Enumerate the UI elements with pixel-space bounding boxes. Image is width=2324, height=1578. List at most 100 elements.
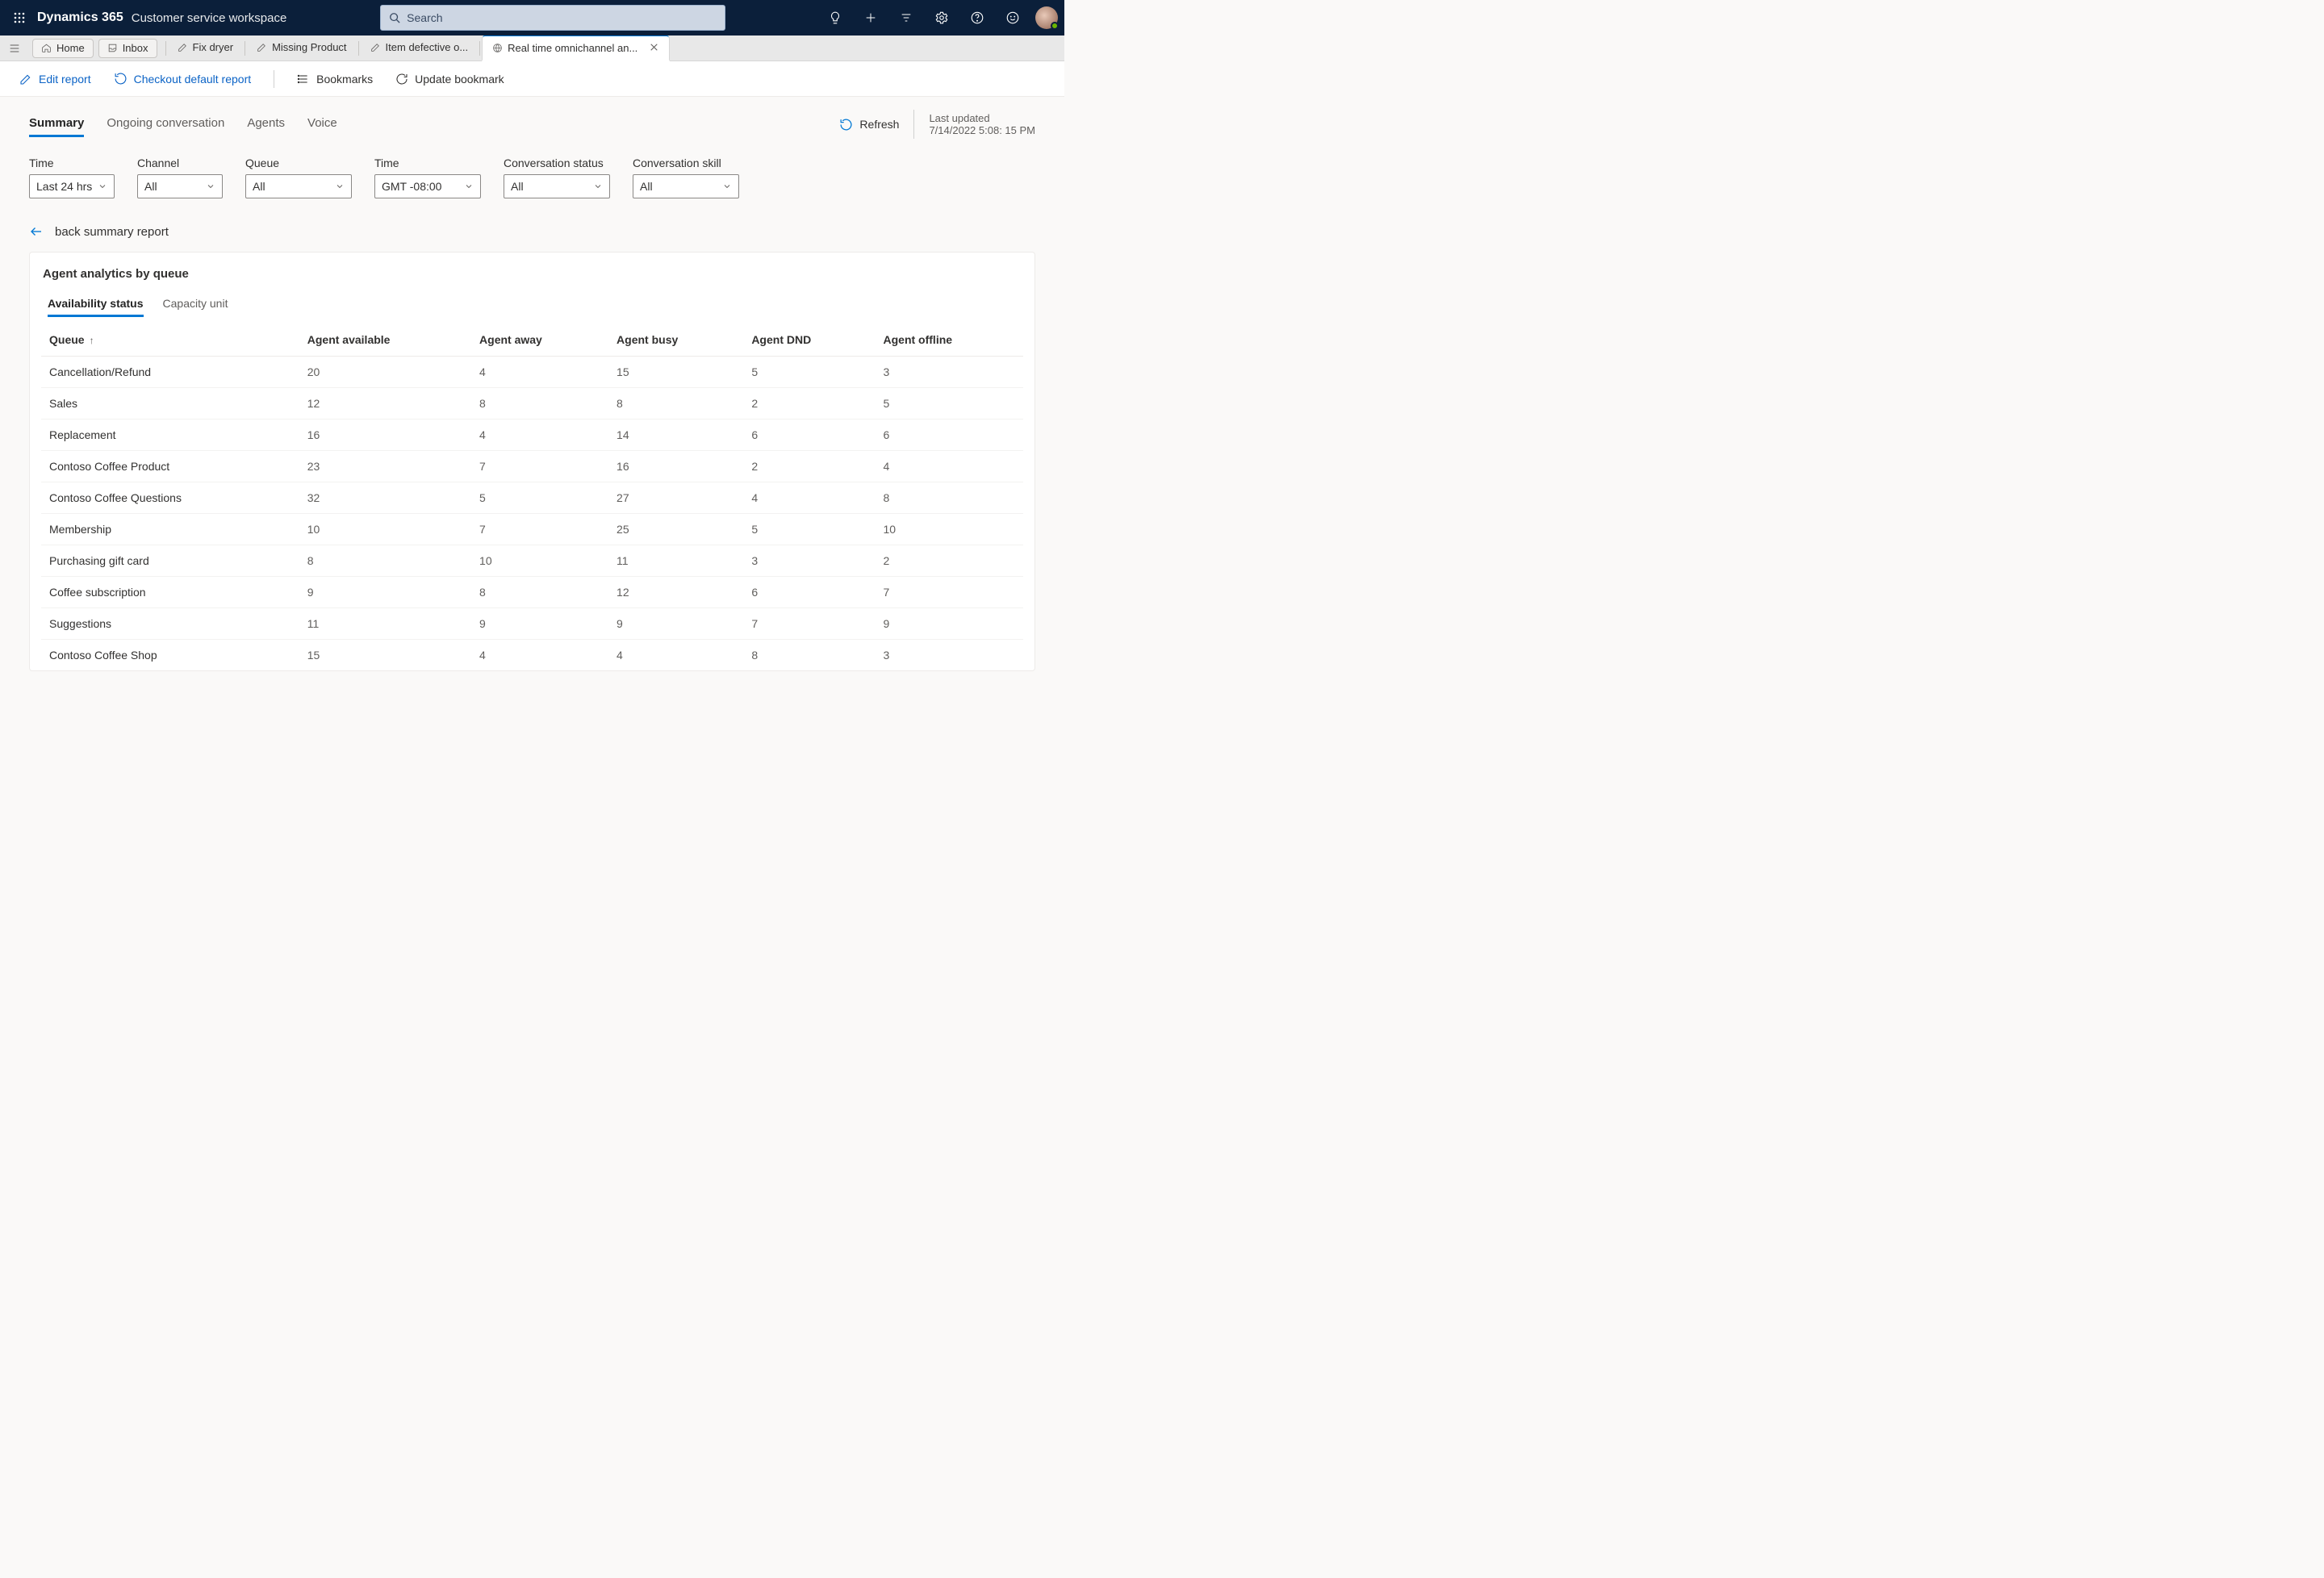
filter-channel[interactable]: All [137,174,223,198]
session-tab-item-defective[interactable]: Item defective o... [361,35,479,61]
col-dnd[interactable]: Agent DND [743,324,875,357]
cell-offline: 6 [876,420,1024,451]
dd-value: All [640,180,653,193]
filter-label-queue: Queue [245,157,352,169]
last-updated-value: 7/14/2022 5:08: 15 PM [929,124,1035,136]
cell-away: 4 [471,357,608,388]
session-tab-label: Fix dryer [193,41,234,53]
filter-icon[interactable] [890,0,922,35]
col-offline[interactable]: Agent offline [876,324,1024,357]
cell-away: 5 [471,482,608,514]
update-bookmark-button[interactable]: Update bookmark [395,73,504,86]
session-tab-fix-dryer[interactable]: Fix dryer [168,35,244,61]
table-row[interactable]: Cancellation/Refund2041553 [41,357,1023,388]
cmd-label: Update bookmark [415,73,504,86]
dd-value: All [144,180,157,193]
table-row[interactable]: Sales128825 [41,388,1023,420]
filter-status[interactable]: All [504,174,610,198]
home-label: Home [56,42,85,54]
cell-busy: 8 [608,388,743,420]
cmd-label: Bookmarks [316,73,373,86]
cell-dnd: 7 [743,608,875,640]
cell-available: 12 [299,388,471,420]
subtab-availability[interactable]: Availability status [48,292,144,317]
filter-skill[interactable]: All [633,174,739,198]
cell-available: 9 [299,577,471,608]
session-tab-label: Real time omnichannel an... [508,42,637,54]
command-bar: Edit report Checkout default report Book… [0,61,1064,97]
filter-label-channel: Channel [137,157,223,169]
avatar[interactable] [1035,6,1058,29]
col-busy[interactable]: Agent busy [608,324,743,357]
col-queue[interactable]: Queue↑ [41,324,299,357]
home-pill[interactable]: Home [32,39,94,58]
session-tab-missing-product[interactable]: Missing Product [247,35,356,61]
report-tabs: Summary Ongoing conversation Agents Voic… [29,110,1035,139]
lightbulb-icon[interactable] [819,0,851,35]
cell-dnd: 3 [743,545,875,577]
app-name: Customer service workspace [132,11,287,25]
divider [165,41,166,56]
gear-icon[interactable] [926,0,958,35]
close-icon[interactable] [649,42,659,55]
cell-offline: 10 [876,514,1024,545]
table-row[interactable]: Coffee subscription981267 [41,577,1023,608]
dd-value: GMT -08:00 [382,180,441,193]
cell-queue: Contoso Coffee Questions [41,482,299,514]
session-tab-omnichannel[interactable]: Real time omnichannel an... [482,35,670,61]
table-row[interactable]: Contoso Coffee Product2371624 [41,451,1023,482]
analytics-table: Queue↑ Agent available Agent away Agent … [41,324,1023,670]
tab-voice[interactable]: Voice [307,111,337,137]
cell-busy: 15 [608,357,743,388]
filter-tz[interactable]: GMT -08:00 [374,174,481,198]
cell-offline: 9 [876,608,1024,640]
filter-queue[interactable]: All [245,174,352,198]
col-available[interactable]: Agent available [299,324,471,357]
plus-icon[interactable] [855,0,887,35]
hamburger-icon[interactable] [3,35,26,61]
cell-away: 4 [471,420,608,451]
cell-away: 7 [471,514,608,545]
cell-queue: Coffee subscription [41,577,299,608]
table-row[interactable]: Purchasing gift card8101132 [41,545,1023,577]
cell-available: 15 [299,640,471,671]
cell-dnd: 5 [743,514,875,545]
inbox-pill[interactable]: Inbox [98,39,157,58]
table-row[interactable]: Replacement1641466 [41,420,1023,451]
tab-summary[interactable]: Summary [29,111,84,137]
bookmarks-button[interactable]: Bookmarks [297,73,373,86]
table-row[interactable]: Contoso Coffee Shop154483 [41,640,1023,671]
divider [913,110,914,139]
refresh-button[interactable]: Refresh [839,118,899,132]
cell-offline: 3 [876,357,1024,388]
global-search[interactable]: Search [380,5,725,31]
help-icon[interactable] [961,0,993,35]
cell-offline: 7 [876,577,1024,608]
table-row[interactable]: Suggestions119979 [41,608,1023,640]
tab-agents[interactable]: Agents [247,111,285,137]
app-launcher-icon[interactable] [6,5,32,31]
sort-asc-icon: ↑ [90,335,94,346]
subtab-capacity[interactable]: Capacity unit [163,292,228,317]
cell-away: 8 [471,577,608,608]
emoji-icon[interactable] [997,0,1029,35]
filter-row: Time Last 24 hrs Channel All Queue All T… [29,157,1035,198]
cell-offline: 3 [876,640,1024,671]
checkout-report-button[interactable]: Checkout default report [114,72,252,86]
table-row[interactable]: Membership10725510 [41,514,1023,545]
col-away[interactable]: Agent away [471,324,608,357]
cell-queue: Contoso Coffee Shop [41,640,299,671]
cell-queue: Purchasing gift card [41,545,299,577]
cell-away: 10 [471,545,608,577]
filter-label-skill: Conversation skill [633,157,739,169]
edit-report-button[interactable]: Edit report [19,73,91,86]
cell-away: 4 [471,640,608,671]
back-link[interactable]: back summary report [29,224,1035,239]
table-row[interactable]: Contoso Coffee Questions3252748 [41,482,1023,514]
cell-busy: 11 [608,545,743,577]
tab-ongoing-conversation[interactable]: Ongoing conversation [107,111,224,137]
cell-queue: Contoso Coffee Product [41,451,299,482]
cell-busy: 14 [608,420,743,451]
cell-busy: 16 [608,451,743,482]
filter-time[interactable]: Last 24 hrs [29,174,115,198]
